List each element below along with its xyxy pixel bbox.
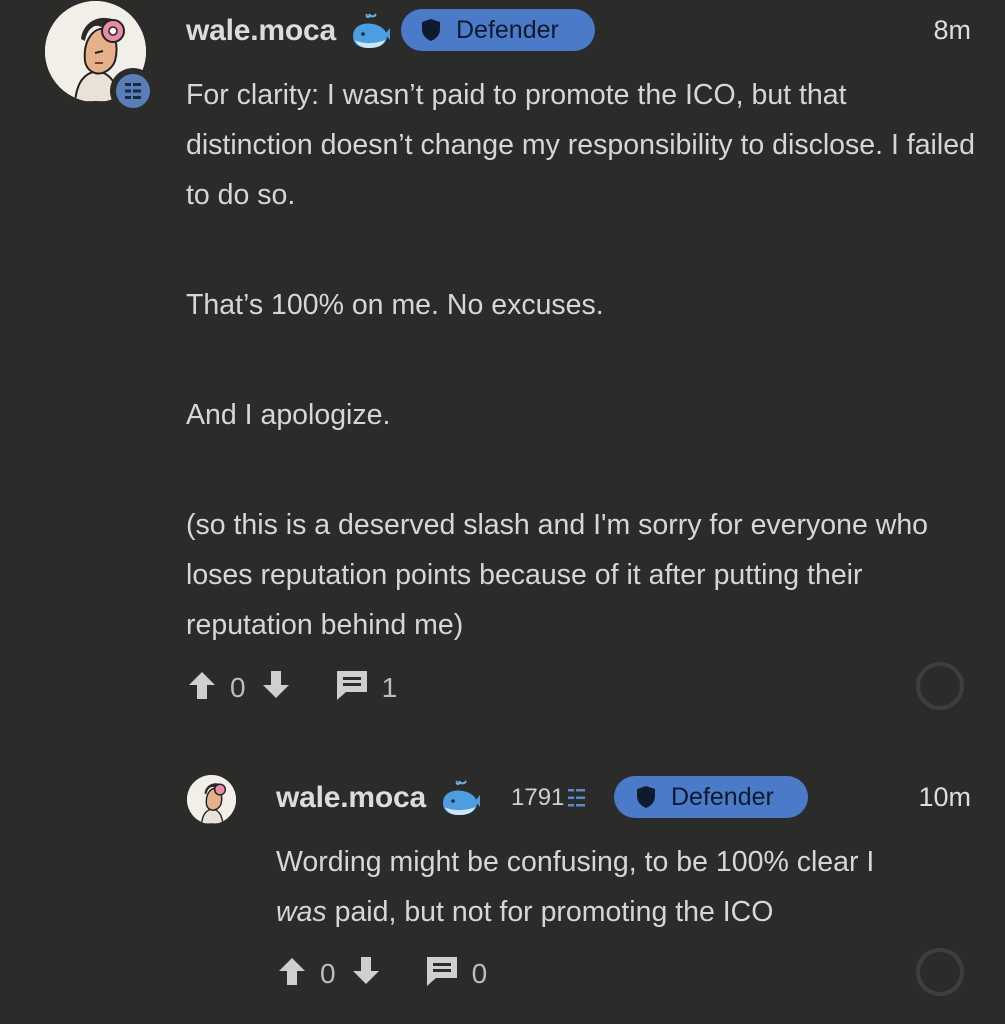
defender-badge[interactable]: Defender bbox=[614, 776, 808, 818]
reply-user-avatar[interactable] bbox=[187, 775, 236, 824]
reputation-score: 1791 bbox=[511, 783, 587, 813]
comment-icon[interactable] bbox=[334, 668, 370, 709]
avatar-illustration bbox=[187, 775, 236, 824]
reply-line: was paid, but not for promoting the ICO bbox=[276, 887, 976, 937]
post-paragraph: That’s 100% on me. No excuses. bbox=[186, 289, 604, 321]
reply-line: Wording might be confusing, to be 100% c… bbox=[276, 837, 976, 887]
post-paragraph: (so this is a deserved slash and I'm sor… bbox=[186, 509, 929, 641]
vote-count: 0 bbox=[230, 672, 246, 703]
whale-icon bbox=[349, 12, 391, 55]
reply-body: Wording might be confusing, to be 100% c… bbox=[276, 837, 976, 937]
reply-line-1: Wording might be confusing, to be 100% c… bbox=[276, 846, 875, 878]
vote-count: 0 bbox=[320, 958, 336, 989]
defender-badge[interactable]: Defender bbox=[401, 9, 595, 51]
reply-username[interactable]: wale.moca bbox=[276, 781, 426, 815]
downvote-arrow-icon[interactable] bbox=[350, 955, 382, 994]
shield-icon bbox=[635, 785, 657, 809]
select-circle-icon[interactable] bbox=[916, 662, 964, 710]
post-timestamp: 8m bbox=[933, 15, 971, 45]
post-paragraph: For clarity: I wasn’t paid to promote th… bbox=[186, 79, 975, 211]
post-username[interactable]: wale.moca bbox=[186, 14, 336, 48]
post-actions: 0 1 bbox=[186, 670, 411, 706]
post-body: For clarity: I wasn’t paid to promote th… bbox=[186, 70, 976, 650]
rank-icon bbox=[567, 787, 587, 809]
rank-badge-icon bbox=[110, 68, 156, 114]
emphasized-word: was bbox=[276, 896, 327, 928]
upvote-arrow-icon[interactable] bbox=[186, 669, 218, 708]
whale-icon bbox=[439, 779, 481, 822]
downvote-arrow-icon[interactable] bbox=[260, 669, 292, 708]
reputation-score-value: 1791 bbox=[511, 784, 565, 811]
reply-actions: 0 0 bbox=[276, 956, 501, 992]
select-circle-icon[interactable] bbox=[916, 948, 964, 996]
post-paragraph: And I apologize. bbox=[186, 399, 391, 431]
reply-timestamp: 10m bbox=[918, 782, 971, 812]
comment-count: 1 bbox=[381, 672, 398, 703]
reply-line-2: paid, but not for promoting the ICO bbox=[326, 896, 774, 928]
upvote-arrow-icon[interactable] bbox=[276, 955, 308, 994]
defender-badge-label: Defender bbox=[456, 15, 559, 44]
defender-badge-label: Defender bbox=[671, 782, 774, 811]
comment-count: 0 bbox=[471, 958, 488, 989]
comment-icon[interactable] bbox=[424, 954, 460, 995]
shield-icon bbox=[420, 18, 442, 42]
thread-view: wale.moca Defender 8m For clarity: I was… bbox=[0, 0, 1005, 1024]
